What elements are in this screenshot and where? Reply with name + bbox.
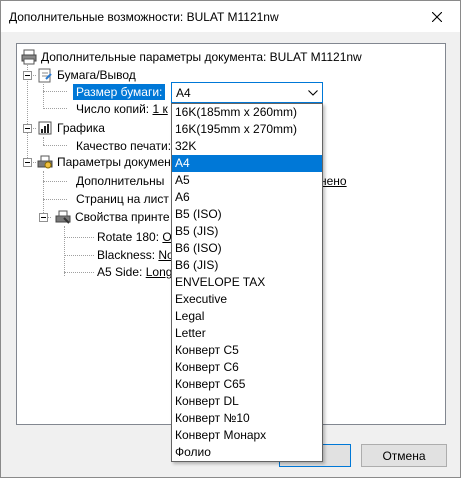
advanced-features-label: Дополнительны (76, 174, 165, 188)
option-envelope-c6[interactable]: Конверт C6 (172, 359, 322, 376)
expander-graphics[interactable] (23, 124, 32, 133)
tree-item-advanced-features[interactable]: Дополнительны (76, 172, 164, 190)
copies-value[interactable]: 1 к (153, 102, 168, 116)
paper-output-label: Бумага/Вывод (57, 68, 136, 82)
option-a4[interactable]: A4 (172, 155, 322, 172)
copies-label: Число копий: (76, 102, 150, 116)
pages-per-sheet-label: Страниц на лист (76, 192, 169, 206)
blackness-label: Blackness: (97, 248, 156, 262)
expander-paper-output[interactable] (23, 71, 32, 80)
option-16k-195[interactable]: 16K(195mm x 270mm) (172, 121, 322, 138)
document-options-label: Параметры докумен (57, 155, 171, 169)
tree-item-printer-features[interactable]: Свойства принте (55, 208, 170, 226)
option-letter[interactable]: Letter (172, 325, 322, 342)
paper-size-dropdown-list[interactable]: 16K(185mm x 260mm) 16K(195mm x 270mm) 32… (171, 103, 323, 462)
paper-size-combobox[interactable]: A4 (171, 82, 323, 103)
printer-features-label: Свойства принте (75, 210, 170, 224)
expander-printer-features[interactable] (39, 213, 48, 222)
graphics-label: Графика (57, 121, 105, 135)
option-envelope-c65[interactable]: Конверт C65 (172, 376, 322, 393)
dropdown-toggle[interactable] (304, 83, 322, 102)
option-envelope-no10[interactable]: Конверт №10 (172, 410, 322, 427)
cancel-button[interactable]: Отмена (361, 444, 447, 467)
tree-item-rotate-180[interactable]: Rotate 180: Of (97, 228, 175, 246)
option-envelope-tax[interactable]: ENVELOPE TAX (172, 274, 322, 291)
tree-root[interactable]: Дополнительные параметры документа: BULA… (21, 48, 362, 66)
tree-item-document-options[interactable]: Параметры докумен (37, 153, 171, 171)
paper-size-selected-value: A4 (176, 86, 191, 100)
advanced-features-value[interactable]: нено (320, 174, 347, 188)
expander-document-options[interactable] (23, 158, 32, 167)
chevron-down-icon (308, 89, 318, 96)
printer-features-icon (55, 210, 71, 224)
option-16k-185[interactable]: 16K(185mm x 260mm) (172, 104, 322, 121)
tree-item-a5-side[interactable]: A5 Side: Long (97, 263, 172, 281)
tree-item-pages-per-sheet[interactable]: Страниц на лист (76, 190, 169, 208)
option-b6-iso[interactable]: B6 (ISO) (172, 240, 322, 257)
advanced-features-value-row: нено (320, 172, 347, 190)
option-b6-jis[interactable]: B6 (JIS) (172, 257, 322, 274)
option-folio[interactable]: Фолио (172, 444, 322, 461)
option-a6[interactable]: A6 (172, 189, 322, 206)
option-envelope-monarch[interactable]: Конверт Монарх (172, 427, 322, 444)
option-32k[interactable]: 32K (172, 138, 322, 155)
tree-root-label: Дополнительные параметры документа: BULA… (41, 50, 362, 64)
cancel-button-label: Отмена (382, 448, 426, 463)
printer-document-icon (21, 49, 37, 65)
graphics-icon (38, 121, 52, 135)
paper-size-label: Размер бумаги: (71, 83, 167, 101)
paper-output-icon (38, 68, 52, 83)
close-icon (432, 11, 442, 22)
option-b5-iso[interactable]: B5 (ISO) (172, 206, 322, 223)
tree-item-blackness[interactable]: Blackness: No (97, 246, 174, 264)
option-executive[interactable]: Executive (172, 291, 322, 308)
advanced-options-dialog: Дополнительные возможности: BULAT M1121n… (0, 0, 461, 478)
document-options-icon (37, 155, 53, 169)
option-a5[interactable]: A5 (172, 172, 322, 189)
option-legal[interactable]: Legal (172, 308, 322, 325)
print-quality-label: Качество печати: (76, 139, 172, 153)
tree-item-graphics[interactable]: Графика (37, 119, 105, 137)
window-title: Дополнительные возможности: BULAT M1121n… (9, 10, 279, 24)
a5-side-label: A5 Side: (97, 265, 143, 279)
tree-item-paper-size[interactable]: Размер бумаги: (71, 83, 167, 101)
tree-item-paper-output[interactable]: Бумага/Вывод (37, 66, 136, 84)
title-bar: Дополнительные возможности: BULAT M1121n… (1, 1, 460, 32)
option-envelope-c5[interactable]: Конверт C5 (172, 342, 322, 359)
a5-side-value[interactable]: Long (146, 265, 173, 279)
option-envelope-dl[interactable]: Конверт DL (172, 393, 322, 410)
tree-item-copies[interactable]: Число копий: 1 к (76, 100, 168, 118)
close-button[interactable] (414, 1, 460, 32)
option-b5-jis[interactable]: B5 (JIS) (172, 223, 322, 240)
rotate-label: Rotate 180: (97, 230, 160, 244)
